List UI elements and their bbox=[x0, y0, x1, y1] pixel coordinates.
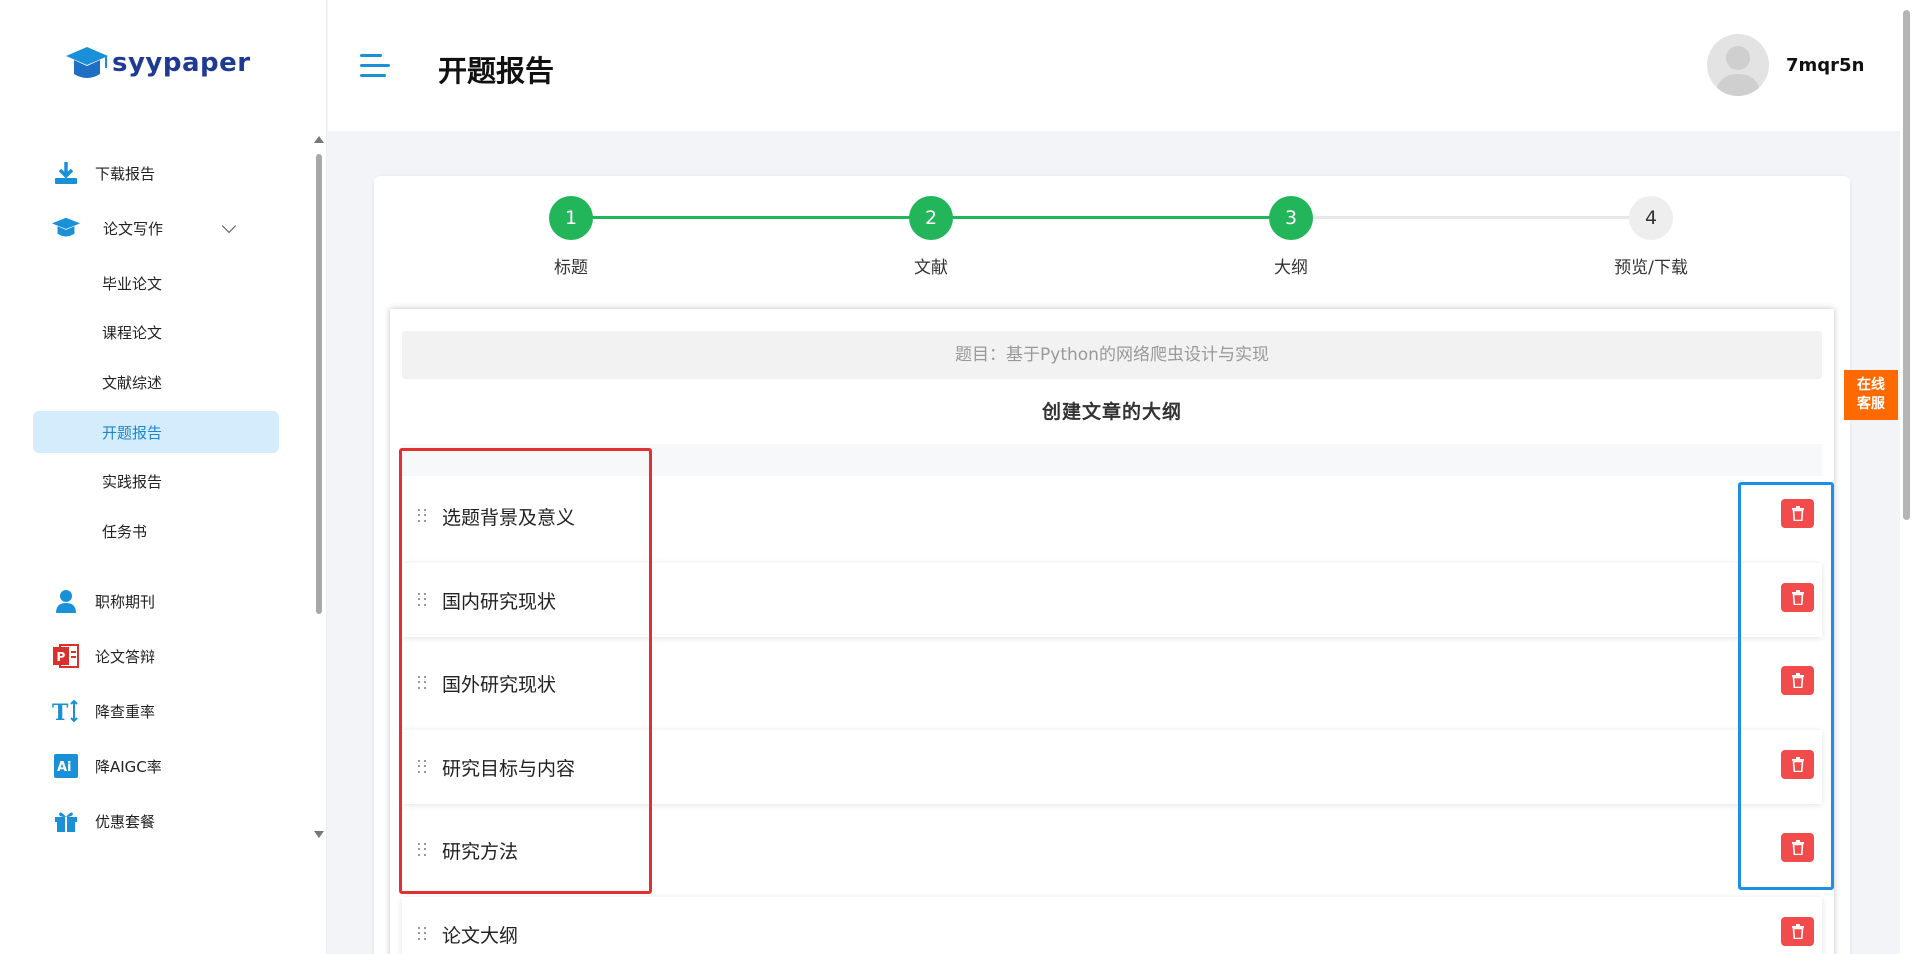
graduation-cap-icon bbox=[51, 213, 81, 243]
delete-button[interactable] bbox=[1781, 499, 1814, 528]
service-label-line1: 在线 bbox=[1857, 377, 1885, 393]
step-2-circle[interactable]: 2 bbox=[909, 196, 953, 240]
sidebar-scrollbar[interactable] bbox=[313, 136, 324, 838]
sidebar-subitem-task-book[interactable]: 任务书 bbox=[33, 510, 279, 552]
sidebar-item-defense[interactable]: P 论文答辩 bbox=[33, 635, 279, 677]
window-scrollbar[interactable] bbox=[1900, 0, 1912, 954]
avatar[interactable] bbox=[1707, 34, 1769, 96]
sidebar-subitem-proposal-report[interactable]: 开题报告 bbox=[33, 411, 279, 453]
page-title: 开题报告 bbox=[438, 54, 555, 88]
svg-text:Ai: Ai bbox=[57, 760, 72, 775]
delete-button[interactable] bbox=[1781, 917, 1814, 946]
window-scroll-thumb[interactable] bbox=[1903, 10, 1910, 520]
drag-handle-icon[interactable] bbox=[418, 509, 428, 523]
drag-handle-icon[interactable] bbox=[418, 676, 428, 690]
online-service-button[interactable]: 在线 客服 bbox=[1844, 370, 1898, 420]
sidebar-subitem-practice-report[interactable]: 实践报告 bbox=[33, 460, 279, 502]
sidebar-item-packages[interactable]: 优惠套餐 bbox=[33, 800, 279, 842]
outline-header-strip bbox=[402, 444, 1822, 476]
username[interactable]: 7mqr5n bbox=[1786, 55, 1864, 76]
outline-row[interactable]: 研究目标与内容 bbox=[402, 730, 1822, 804]
drag-handle-icon[interactable] bbox=[418, 843, 428, 857]
sidebar-item-reduce-aigc[interactable]: Ai 降AIGC率 bbox=[33, 745, 279, 787]
trash-icon bbox=[1791, 506, 1804, 521]
drag-handle-icon[interactable] bbox=[418, 927, 428, 941]
sidebar-item-paper-writing[interactable]: 论文写作 bbox=[33, 207, 279, 249]
outline-row[interactable]: 选题背景及意义 bbox=[402, 479, 1822, 553]
graduation-cap-logo-icon bbox=[66, 47, 108, 78]
scroll-up-arrow-icon[interactable] bbox=[314, 136, 324, 143]
sidebar-subitem-graduation-thesis[interactable]: 毕业论文 bbox=[33, 262, 279, 304]
sidebar-item-journal[interactable]: 职称期刊 bbox=[33, 580, 279, 622]
chevron-down-icon bbox=[221, 218, 237, 234]
outline-row-label: 选题背景及意义 bbox=[442, 506, 576, 529]
text-height-icon: T bbox=[51, 696, 81, 726]
step-4-circle[interactable]: 4 bbox=[1629, 196, 1673, 240]
trash-icon bbox=[1791, 924, 1804, 939]
step-3-label: 大纲 bbox=[1274, 258, 1308, 278]
menu-toggle-icon[interactable] bbox=[360, 54, 390, 78]
sidebar-item-download-report[interactable]: 下载报告 bbox=[33, 152, 279, 194]
outline-row[interactable]: 国外研究现状 bbox=[402, 646, 1822, 720]
sidebar-item-label: 论文答辩 bbox=[95, 647, 156, 666]
outline-row[interactable]: 国内研究现状 bbox=[402, 563, 1822, 637]
powerpoint-icon: P bbox=[51, 641, 81, 671]
outline-row[interactable]: 论文大纲 bbox=[402, 897, 1822, 954]
sidebar-item-label: 论文写作 bbox=[103, 219, 164, 238]
step-1-circle[interactable]: 1 bbox=[549, 196, 593, 240]
step-2-label: 文献 bbox=[914, 258, 948, 278]
service-label-line2: 客服 bbox=[1857, 396, 1885, 412]
brand-name: syypaper bbox=[112, 48, 251, 78]
delete-button[interactable] bbox=[1781, 750, 1814, 779]
sidebar-item-label: 优惠套餐 bbox=[95, 812, 156, 831]
sidebar-item-label: 降AIGC率 bbox=[95, 757, 162, 776]
step-3-circle[interactable]: 3 bbox=[1269, 196, 1313, 240]
outline-panel: 题目：基于Python的网络爬虫设计与实现 创建文章的大纲 选题背景及意义 国内… bbox=[390, 309, 1834, 954]
top-header: 开题报告 7mqr5n bbox=[328, 0, 1902, 131]
step-4-label: 预览/下载 bbox=[1614, 258, 1688, 278]
sidebar-item-reduce-duplication[interactable]: T 降查重率 bbox=[33, 690, 279, 732]
delete-button[interactable] bbox=[1781, 583, 1814, 612]
sidebar-item-label: 降查重率 bbox=[95, 702, 156, 721]
drag-handle-icon[interactable] bbox=[418, 593, 428, 607]
sidebar: syypaper 下载报告 论文写作 毕业论文 课程论文 文献综述 开题报告 实… bbox=[0, 0, 327, 954]
delete-button[interactable] bbox=[1781, 666, 1814, 695]
trash-icon bbox=[1791, 840, 1804, 855]
svg-text:P: P bbox=[57, 650, 66, 664]
topic-bar: 题目：基于Python的网络爬虫设计与实现 bbox=[402, 331, 1822, 379]
outline-row[interactable]: 研究方法 bbox=[402, 813, 1822, 887]
outline-heading: 创建文章的大纲 bbox=[1041, 401, 1182, 423]
step-1-label: 标题 bbox=[554, 258, 588, 278]
outline-row-label: 国外研究现状 bbox=[442, 673, 557, 696]
outline-row-label: 研究目标与内容 bbox=[442, 757, 576, 780]
ai-icon: Ai bbox=[51, 751, 81, 781]
brand-logo[interactable]: syypaper bbox=[64, 44, 251, 82]
sidebar-scroll-thumb[interactable] bbox=[316, 154, 322, 614]
svg-text:T: T bbox=[52, 700, 69, 724]
download-icon bbox=[51, 158, 81, 188]
user-icon bbox=[51, 586, 81, 616]
outline-row-label: 论文大纲 bbox=[442, 924, 519, 947]
outline-row-label: 国内研究现状 bbox=[442, 590, 557, 613]
gift-icon bbox=[51, 806, 81, 836]
sidebar-item-label: 职称期刊 bbox=[95, 592, 156, 611]
outline-row-label: 研究方法 bbox=[442, 840, 519, 863]
sidebar-item-label: 下载报告 bbox=[95, 164, 156, 183]
sidebar-subitem-literature-review[interactable]: 文献综述 bbox=[33, 361, 279, 403]
scroll-down-arrow-icon[interactable] bbox=[314, 831, 324, 838]
progress-steps: 1 标题 2 文献 3 大纲 4 预览/下载 bbox=[374, 176, 1850, 286]
main-card: 1 标题 2 文献 3 大纲 4 预览/下载 题目：基于Python的网络爬虫设… bbox=[374, 176, 1850, 954]
delete-button[interactable] bbox=[1781, 833, 1814, 862]
sidebar-subitem-course-paper[interactable]: 课程论文 bbox=[33, 311, 279, 353]
trash-icon bbox=[1791, 757, 1804, 772]
trash-icon bbox=[1791, 673, 1804, 688]
trash-icon bbox=[1791, 590, 1804, 605]
drag-handle-icon[interactable] bbox=[418, 760, 428, 774]
